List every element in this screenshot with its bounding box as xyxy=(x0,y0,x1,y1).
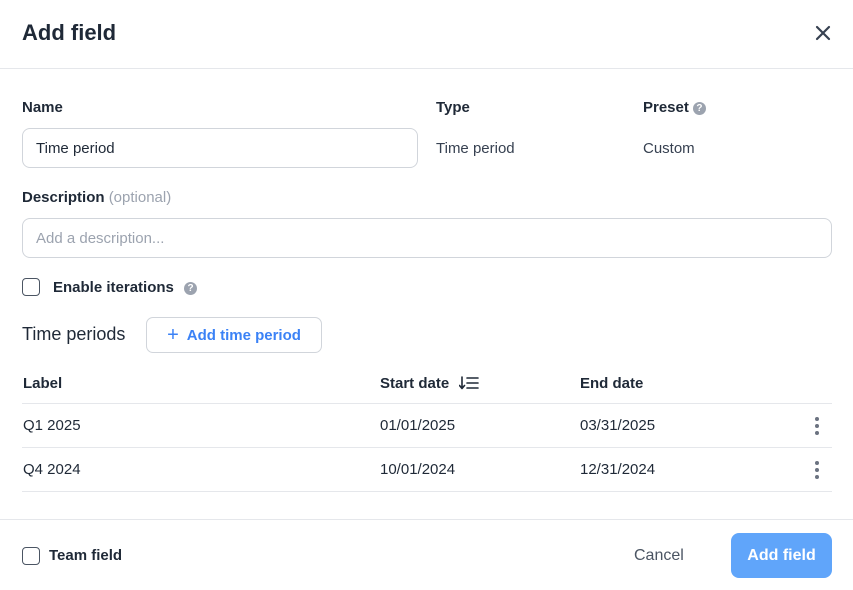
column-header-end-date[interactable]: End date xyxy=(580,375,643,392)
sort-descending-icon[interactable] xyxy=(459,376,480,394)
row-label: Q1 2025 xyxy=(23,417,81,434)
row-menu-icon[interactable] xyxy=(812,460,822,480)
preset-label: Preset xyxy=(643,99,689,116)
column-header-start-date[interactable]: Start date xyxy=(380,375,480,394)
help-icon[interactable]: ? xyxy=(692,102,706,115)
description-label-group: Description (optional) xyxy=(22,189,171,206)
description-input[interactable] xyxy=(22,218,832,258)
enable-iterations-label-group: Enable iterations ? xyxy=(53,279,198,296)
dialog-footer xyxy=(0,519,853,590)
type-label: Type xyxy=(436,99,470,116)
enable-iterations-checkbox[interactable] xyxy=(22,278,40,296)
type-value: Time period xyxy=(436,140,515,157)
row-menu-icon[interactable] xyxy=(812,416,822,436)
enable-iterations-label: Enable iterations xyxy=(53,279,174,296)
help-icon[interactable]: ? xyxy=(184,282,198,295)
row-end-date: 12/31/2024 xyxy=(580,461,656,478)
row-start-date: 01/01/2025 xyxy=(380,417,456,434)
row-label: Q4 2024 xyxy=(23,461,81,478)
table-divider xyxy=(22,403,832,404)
time-periods-title: Time periods xyxy=(22,324,126,344)
preset-label-group: Preset? xyxy=(643,99,706,116)
name-label: Name xyxy=(22,99,63,116)
row-start-date: 10/01/2024 xyxy=(380,461,456,478)
table-divider xyxy=(22,447,832,448)
preset-value: Custom xyxy=(643,140,695,157)
add-time-period-label: Add time period xyxy=(186,326,301,344)
column-header-label[interactable]: Label xyxy=(23,375,62,392)
add-field-button[interactable]: Add field xyxy=(731,533,832,578)
dialog-title: Add field xyxy=(22,20,117,45)
close-icon[interactable] xyxy=(811,21,835,45)
row-end-date: 03/31/2025 xyxy=(580,417,656,434)
table-divider xyxy=(22,491,832,492)
team-field-label: Team field xyxy=(49,547,123,564)
description-label: Description xyxy=(22,189,105,206)
name-input[interactable] xyxy=(22,128,418,168)
plus-icon: + xyxy=(167,324,179,346)
team-field-checkbox[interactable] xyxy=(22,547,40,565)
optional-hint: (optional) xyxy=(108,189,172,206)
add-time-period-button[interactable]: + Add time period xyxy=(146,317,322,353)
cancel-button[interactable]: Cancel xyxy=(634,544,684,568)
dialog-header: Add field xyxy=(0,0,853,69)
start-date-header-label: Start date xyxy=(380,375,450,392)
